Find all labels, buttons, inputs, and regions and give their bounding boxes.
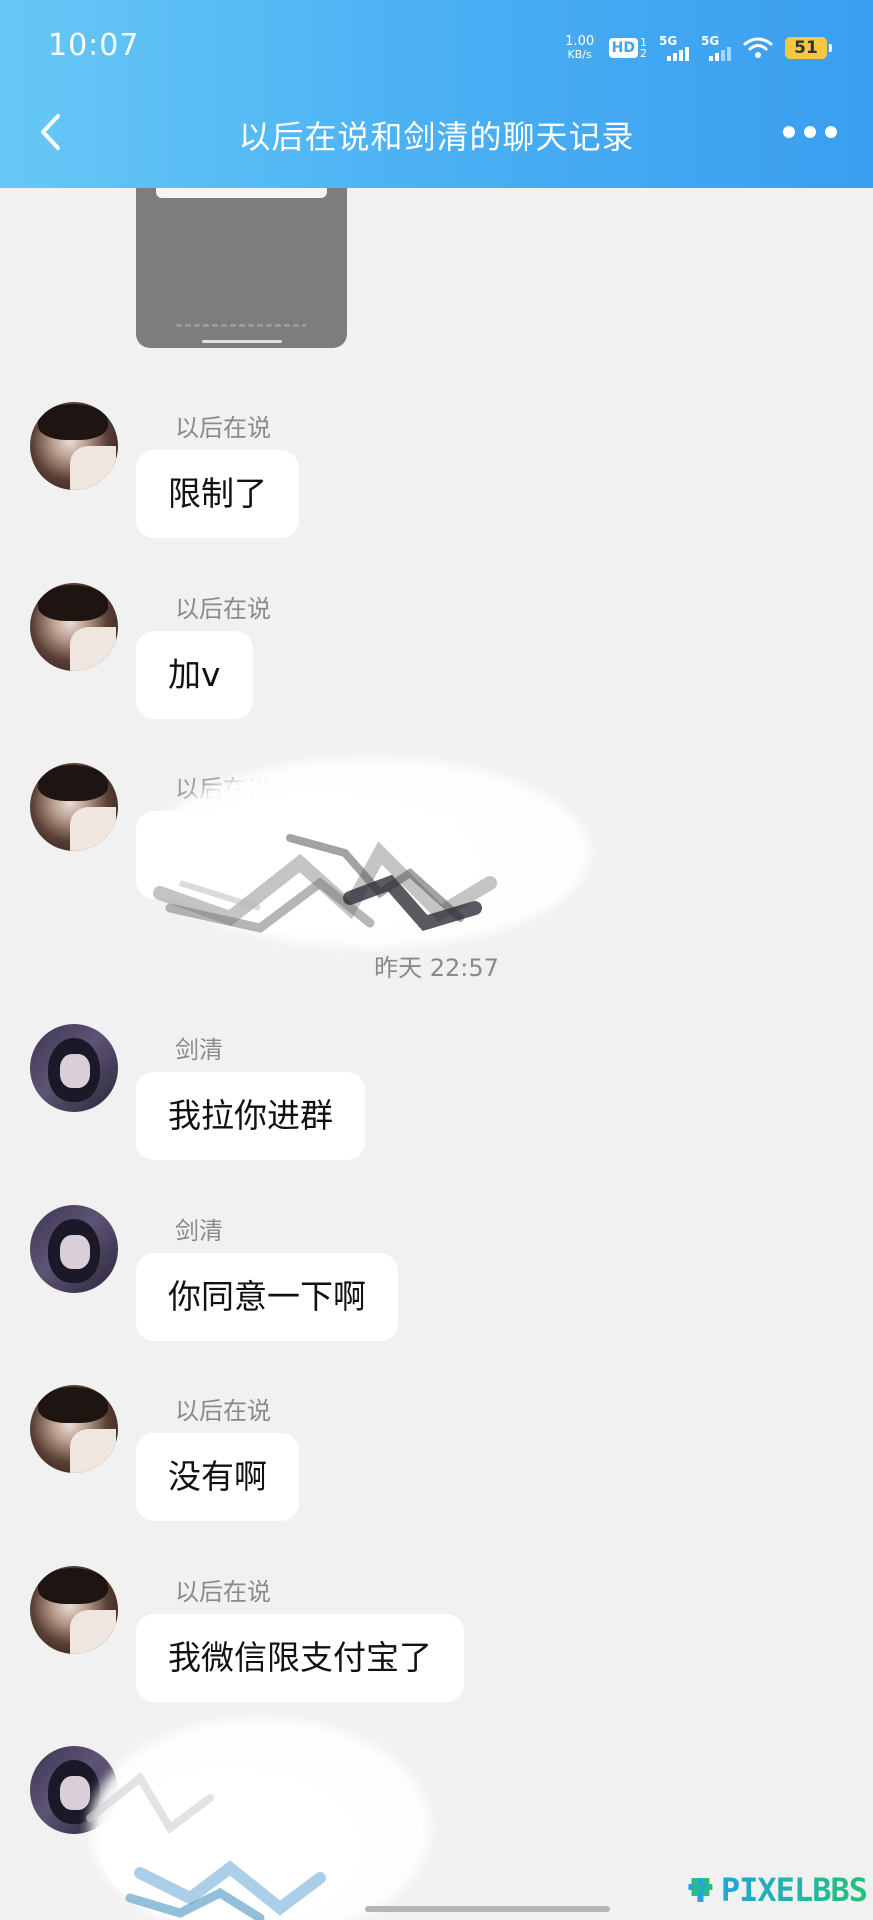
message-bubble[interactable]: 你同意一下啊 — [136, 1253, 398, 1341]
home-indicator[interactable] — [365, 1906, 610, 1912]
more-dots-icon — [783, 126, 795, 138]
signal-icon-1: 5G — [659, 35, 689, 61]
signal-icon-2: 5G — [701, 35, 731, 61]
message-bubble[interactable]: 我拉你进群 — [136, 1072, 365, 1160]
more-button[interactable] — [783, 118, 837, 146]
message-bubble[interactable]: 没有啊 — [136, 1433, 299, 1521]
redaction-scribble — [86, 1718, 430, 1920]
avatar[interactable] — [30, 1746, 118, 1834]
pixel-logo-icon — [688, 1878, 713, 1902]
message-bubble[interactable]: 我微信限支付宝了 — [136, 1614, 464, 1702]
avatar[interactable] — [30, 1024, 118, 1112]
avatar[interactable] — [30, 1566, 118, 1654]
sender-name: 剑清 — [175, 1217, 223, 1245]
battery-icon: 51 — [785, 37, 832, 59]
watermark-text: PIXELBBS — [720, 1871, 868, 1909]
wifi-icon — [743, 37, 773, 58]
message-bubble[interactable]: Zh — [136, 811, 460, 899]
message-bubble[interactable]: 限制了 — [136, 450, 299, 538]
sender-name: 以后在说 — [175, 1397, 271, 1425]
image-message[interactable] — [136, 188, 347, 348]
chat-title: 以后在说和剑清的聊天记录 — [238, 118, 635, 156]
avatar[interactable] — [30, 1205, 118, 1293]
status-icons: 1.00 KB/s HD 1 2 5G 5G 51 — [563, 28, 832, 68]
sender-name: 剑清 — [175, 1036, 223, 1064]
avatar[interactable] — [30, 402, 118, 490]
hd-sim-bottom: 2 — [640, 47, 647, 60]
sender-name: 以后在说 — [175, 414, 271, 442]
avatar[interactable] — [30, 583, 118, 671]
network-speed-unit: KB/s — [567, 48, 592, 61]
signal-label-1: 5G — [659, 34, 678, 48]
sender-name: 以后在说 — [175, 775, 271, 803]
signal-bars-1 — [667, 47, 689, 61]
sender-name: 以后在说 — [175, 595, 271, 623]
image-content — [156, 188, 327, 198]
sender-name: 以后在说 — [175, 1578, 271, 1606]
watermark: PIXELBBS — [687, 1866, 868, 1914]
hd-label: HD — [608, 38, 638, 58]
hd-icon: HD 1 2 — [608, 37, 647, 59]
signal-bars-2 — [709, 47, 731, 61]
chat-history[interactable]: 以后在说 限制了 以后在说 加v 以后在说 Zh 昨天 22:57 剑清 我拉你… — [0, 188, 873, 1920]
avatar[interactable] — [30, 763, 118, 851]
network-speed-value: 1.00 — [565, 34, 595, 49]
network-speed: 1.00 KB/s — [563, 35, 597, 61]
avatar[interactable] — [30, 1385, 118, 1473]
message-bubble[interactable]: 加v — [136, 631, 253, 719]
signal-label-2: 5G — [701, 34, 720, 48]
status-time: 10:07 — [48, 28, 140, 63]
time-divider: 昨天 22:57 — [374, 954, 499, 982]
chat-header: 10:07 1.00 KB/s HD 1 2 5G 5G 51 以后在说和剑清的… — [0, 0, 873, 188]
hd-sim-index: 1 2 — [640, 37, 647, 59]
